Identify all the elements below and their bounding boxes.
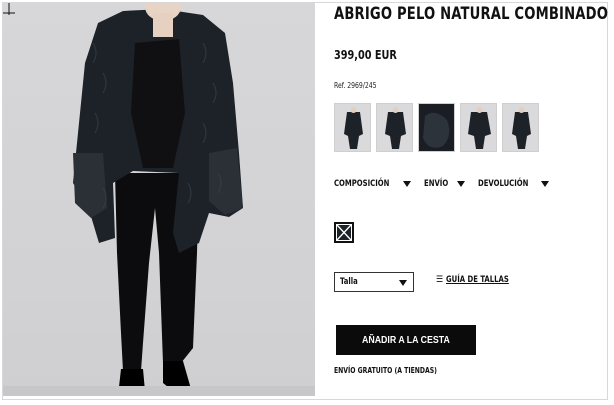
thumbnail-5[interactable] [502,103,539,152]
thumbnail-model-icon [344,107,363,149]
photo-floor [3,386,315,396]
tab-label: COMPOSICIÓN [334,179,390,189]
color-swatch-black[interactable] [334,222,354,243]
crosshair-icon [3,3,15,15]
product-title: ABRIGO PELO NATURAL COMBINADO [334,4,609,24]
thumbnail-detail-icon [419,104,454,151]
thumbnail-3[interactable] [418,103,455,152]
thumbnail-model-icon [468,107,491,149]
triangle-down-icon [403,181,412,187]
thumbnail-gallery [334,103,539,152]
chevron-down-icon [399,280,407,286]
tab-envio[interactable]: ENVÍO [424,179,465,189]
size-select-value: Talla [340,277,358,287]
tab-composicion[interactable]: COMPOSICIÓN [334,179,412,189]
add-to-cart-label: AÑADIR A LA CESTA [362,334,450,346]
size-guide-icon: ☰ [436,274,444,285]
size-guide-link[interactable]: ☰ GUÍA DE TALLAS [436,275,520,285]
size-guide-label: GUÍA DE TALLAS [446,275,510,285]
thumbnail-1[interactable] [334,103,371,152]
info-tabs: COMPOSICIÓN ENVÍO DEVOLUCIÓN [334,179,549,189]
tab-label: ENVÍO [424,179,449,189]
black-swatch-icon [337,225,351,240]
triangle-down-icon [540,181,549,187]
thumbnail-model-icon [385,107,406,149]
tab-devolucion[interactable]: DEVOLUCIÓN [478,179,549,189]
product-photo [3,3,315,396]
thumbnail-4[interactable] [460,103,497,152]
size-select[interactable]: Talla [334,272,414,292]
triangle-down-icon [456,181,465,187]
tab-label: DEVOLUCIÓN [477,179,529,189]
add-to-cart-button[interactable]: AÑADIR A LA CESTA [336,325,476,355]
thumbnail-model-icon [512,107,531,149]
product-price: 399,00 EUR [334,48,397,62]
product-reference: Ref. 2969/245 [334,81,377,90]
thumbnail-2[interactable] [376,103,413,152]
model-image [73,3,243,393]
shipping-note: ENVÍO GRATUITO (A TIENDAS) [334,366,437,375]
